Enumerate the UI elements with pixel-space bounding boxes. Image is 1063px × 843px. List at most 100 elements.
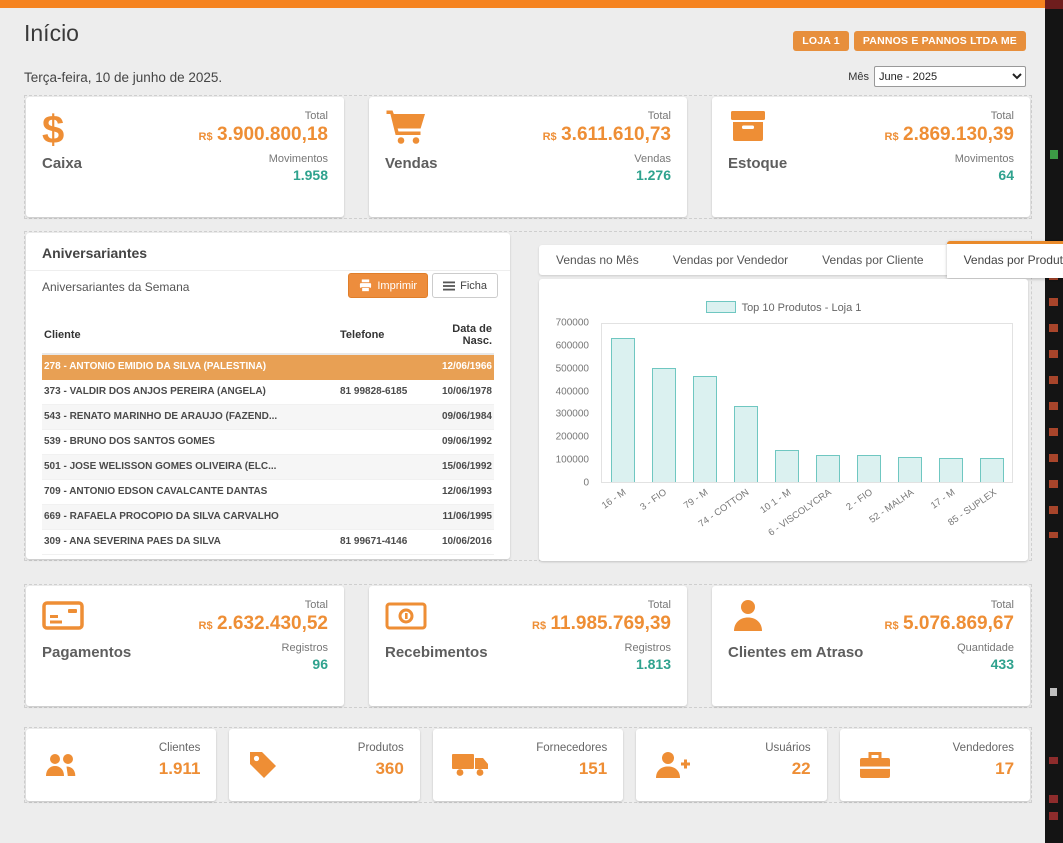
total-amount: R$ 2.869.130,39 (885, 124, 1014, 146)
count-label: Vendas (543, 153, 671, 165)
count-value: 96 (199, 656, 328, 672)
current-date: Terça-feira, 10 de junho de 2025. (24, 70, 222, 85)
y-tick: 400000 (556, 386, 589, 397)
mini-label: Clientes (159, 742, 201, 754)
count-value: 64 (885, 167, 1014, 183)
total-label: Total (532, 599, 671, 611)
table-row[interactable]: 669 - RAFAELA PROCOPIO DA SILVA CARVALHO… (42, 504, 494, 529)
total-label: Total (543, 110, 671, 122)
mini-value: 360 (375, 759, 403, 779)
mini-value: 1.911 (159, 759, 201, 779)
strip-red-block (1045, 0, 1063, 9)
count-label: Quantidade (885, 642, 1014, 654)
stats-row-bottom: Pagamentos Total R$ 2.632.430,52 Registr… (24, 584, 1032, 708)
x-axis-label: 3 - FIO (639, 487, 670, 513)
vendas-card: Vendas Total R$ 3.611.610,73 Vendas 1.27… (369, 97, 687, 217)
table-row[interactable]: 309 - ANA SEVERINA PAES DA SILVA81 99671… (42, 529, 494, 554)
card-title: Estoque (728, 155, 787, 172)
vendedores-mini-card: Vendedores 17 (840, 729, 1030, 801)
table-row[interactable]: 709 - ANTONIO EDSON CAVALCANTE DANTAS12/… (42, 479, 494, 504)
count-value: 433 (885, 656, 1014, 672)
count-value: 1.813 (532, 656, 671, 672)
y-tick: 200000 (556, 432, 589, 443)
page-content: Início LOJA 1 PANNOS E PANNOS LTDA ME Te… (0, 8, 1045, 843)
bar-chart-card: Top 10 Produtos - Loja 1 700000 600000 5… (539, 279, 1028, 561)
total-amount: R$ 11.985.769,39 (532, 613, 671, 635)
panel-title: Aniversariantes (26, 233, 510, 271)
col-data-nasc: Data de Nasc. (422, 317, 494, 354)
total-label: Total (199, 599, 328, 611)
user-plus-icon (654, 749, 690, 781)
table-row[interactable]: 501 - JOSE WELISSON GOMES OLIVEIRA (ELC.… (42, 454, 494, 479)
y-tick: 700000 (556, 318, 589, 329)
total-amount: R$ 3.900.800,18 (199, 124, 328, 146)
print-button[interactable]: Imprimir (348, 273, 428, 298)
ficha-button[interactable]: Ficha (432, 273, 498, 298)
money-bill-icon (385, 598, 431, 642)
card-title: Vendas (385, 155, 438, 172)
header-badges: LOJA 1 PANNOS E PANNOS LTDA ME (793, 31, 1026, 51)
card-title: Pagamentos (42, 644, 131, 661)
month-select[interactable]: June - 2025 (874, 66, 1026, 87)
chart-bar (939, 458, 963, 482)
people-icon (44, 749, 80, 781)
caixa-card: $ Caixa Total R$ 3.900.800,18 Movimentos… (26, 97, 344, 217)
chart-bar (898, 457, 922, 482)
mini-label: Usuários (765, 742, 810, 754)
legend-swatch (706, 301, 736, 313)
mini-label: Produtos (358, 742, 404, 754)
recebimentos-card: Recebimentos Total R$ 11.985.769,39 Regi… (369, 586, 687, 706)
clientes-mini-card: Clientes 1.911 (26, 729, 216, 801)
company-badge[interactable]: PANNOS E PANNOS LTDA ME (854, 31, 1026, 51)
count-value: 1.958 (199, 167, 328, 183)
chart-bar (775, 450, 799, 482)
tab-vendas-por-produto[interactable]: Vendas por Produto (947, 241, 1063, 278)
tab-vendas-no-mes[interactable]: Vendas no Mês (539, 245, 656, 275)
birthdays-panel: Aniversariantes Aniversariantes da Seman… (26, 233, 510, 559)
tab-vendas-por-vendedor[interactable]: Vendas por Vendedor (656, 245, 805, 275)
table-row[interactable]: 543 - RENATO MARINHO DE ARAUJO (FAZEND..… (42, 404, 494, 429)
page-title: Início (24, 20, 79, 47)
card-title: Clientes em Atraso (728, 644, 863, 661)
store-badge[interactable]: LOJA 1 (793, 31, 849, 51)
total-amount: R$ 5.076.869,67 (885, 613, 1014, 635)
tab-vendas-por-cliente[interactable]: Vendas por Cliente (805, 245, 940, 275)
truck-icon (451, 749, 487, 781)
chart-bar (611, 338, 635, 482)
strip-red-mark (1049, 757, 1058, 764)
col-telefone: Telefone (338, 317, 422, 354)
card-title: Recebimentos (385, 644, 488, 661)
y-tick: 600000 (556, 340, 589, 351)
payments-card-icon (42, 598, 88, 642)
mini-stats-row: Clientes 1.911 Produtos 360 Fornecedores… (24, 727, 1032, 803)
table-row[interactable]: 278 - ANTONIO EMIDIO DA SILVA (PALESTINA… (42, 354, 494, 379)
chart-bar (816, 455, 840, 482)
chart-bar (980, 458, 1004, 482)
stats-row-top: $ Caixa Total R$ 3.900.800,18 Movimentos… (24, 95, 1032, 219)
y-tick: 300000 (556, 409, 589, 420)
table-row[interactable]: 373 - VALDIR DOS ANJOS PEREIRA (ANGELA)8… (42, 379, 494, 404)
mini-value: 151 (579, 759, 607, 779)
middle-row: Aniversariantes Aniversariantes da Seman… (24, 231, 1032, 561)
fornecedores-mini-card: Fornecedores 151 (433, 729, 623, 801)
table-header-row: Cliente Telefone Data de Nasc. (42, 317, 494, 354)
panel-subtitle: Aniversariantes da Semana (42, 280, 189, 294)
table-row[interactable]: 539 - BRUNO DOS SANTOS GOMES09/06/1992 (42, 429, 494, 454)
total-amount: R$ 2.632.430,52 (199, 613, 328, 635)
chart-bar (857, 455, 881, 482)
strip-green-mark (1050, 150, 1058, 159)
total-label: Total (885, 599, 1014, 611)
birthdays-table: Cliente Telefone Data de Nasc. 278 - ANT… (42, 317, 494, 555)
col-cliente: Cliente (42, 317, 338, 354)
chart-legend: Top 10 Produtos - Loja 1 (539, 301, 1028, 314)
produtos-mini-card: Produtos 360 (229, 729, 419, 801)
y-tick: 500000 (556, 363, 589, 374)
archive-box-icon (728, 109, 774, 153)
card-title: Caixa (42, 155, 82, 172)
count-label: Movimentos (885, 153, 1014, 165)
total-label: Total (199, 110, 328, 122)
mini-label: Vendedores (953, 742, 1014, 754)
month-label: Mês (848, 71, 869, 83)
chart-bar (734, 406, 758, 482)
y-tick: 100000 (556, 455, 589, 466)
